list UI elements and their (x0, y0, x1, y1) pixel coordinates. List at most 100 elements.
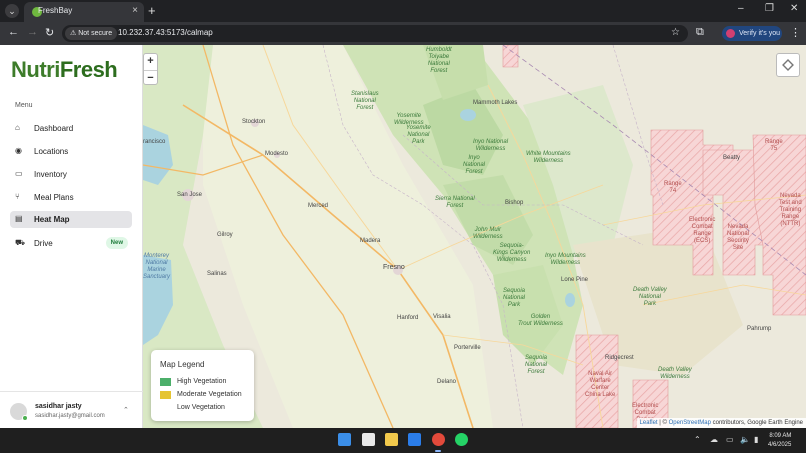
city-label: Stockton (242, 119, 266, 125)
sidebar-item-label: Drive (34, 239, 53, 248)
close-window-button[interactable]: ✕ (790, 3, 798, 14)
city-label: rancisco (143, 139, 166, 145)
active-app-indicator (435, 450, 441, 452)
tab-freshbay[interactable]: FreshBay × (24, 2, 144, 22)
browser-menu-icon[interactable]: ⋮ (790, 26, 801, 39)
map-label: Nevada National Security Site (727, 224, 750, 251)
nutrifresh-logo[interactable]: NutriFresh (11, 57, 118, 83)
reload-icon[interactable]: ↻ (45, 26, 54, 39)
whatsapp-icon[interactable] (455, 433, 468, 446)
city-label: Hanford (397, 315, 419, 321)
sidebar: NutriFresh Menu ⌂ Dashboard ◉ Locations … (0, 45, 143, 428)
map-label: Sequoia- Kings Canyon Wilderness (493, 243, 531, 263)
map-label: Sequoia National Park (503, 288, 526, 308)
city-label: Modesto (265, 151, 289, 157)
city-label: Beatty (723, 155, 741, 161)
new-badge: New (105, 237, 128, 249)
zoom-out-button[interactable]: − (144, 70, 157, 85)
sidebar-item-inventory[interactable]: ▭ Inventory (10, 166, 132, 183)
layers-button[interactable] (776, 53, 800, 77)
bookmark-star-icon[interactable]: ☆ (671, 27, 680, 38)
omnibox[interactable]: ⚠ Not secure 10.232.37.43:5173/calmap ☆ (62, 25, 688, 42)
map-label: Naval Air Warfare Center China Lake (585, 371, 616, 398)
home-icon: ⌂ (15, 123, 20, 132)
legend-label: Low Vegetation (177, 404, 225, 411)
tray-chevron-icon[interactable]: ⌃ (694, 435, 701, 444)
map-label: Range 74 (664, 181, 682, 194)
sidebar-item-drive[interactable]: ⛟ Drive New (10, 235, 132, 252)
battery-icon[interactable]: ▮ (754, 435, 758, 444)
extensions-icon[interactable]: ⧉ (696, 26, 704, 39)
map-legend: Map Legend High Vegetation Moderate Vege… (151, 350, 254, 421)
tab-close-icon[interactable]: × (132, 5, 138, 16)
address-bar: ← → ↻ ⚠ Not secure 10.232.37.43:5173/cal… (0, 22, 806, 45)
logo-text-nutri: Nutri (11, 57, 60, 82)
file-explorer-icon[interactable] (385, 433, 398, 446)
system-clock[interactable]: 8:09 AM 4/6/2025 (768, 432, 791, 450)
user-panel[interactable]: sasidhar jasty sasidhar.jasty@gmail.com … (0, 391, 143, 428)
osm-link[interactable]: OpenStreetMap (669, 420, 711, 426)
city-label: Ridgecrest (605, 355, 634, 361)
leaflet-link[interactable]: Leaflet (640, 420, 658, 426)
logo-text-fresh: Fresh (59, 57, 118, 82)
map-label: Humboldt Toiyabe National Forest (426, 47, 452, 74)
legend-label: Moderate Vegetation (177, 391, 242, 398)
tab-title: FreshBay (38, 6, 73, 15)
browser-window: ⌄ FreshBay × + – ❐ ✕ ← → ↻ ⚠ Not secure … (0, 0, 806, 428)
map-label: Death Valley National Park (633, 287, 667, 307)
sidebar-item-heat-map[interactable]: ▤ Heat Map (10, 211, 132, 228)
weather-icon[interactable]: ☁ (710, 435, 718, 444)
sidebar-item-label: Locations (34, 147, 69, 156)
clock-time: 8:09 AM (769, 433, 792, 439)
sidebar-item-locations[interactable]: ◉ Locations (10, 143, 132, 160)
truck-icon: ⛟ (15, 238, 26, 247)
profile-verify-button[interactable]: Verify it's you (722, 26, 782, 41)
url-text[interactable]: 10.232.37.43:5173/calmap (118, 28, 213, 37)
user-name: sasidhar jasty (35, 403, 82, 410)
map-label: Inyo Mountains Wilderness (545, 253, 586, 266)
chevron-up-icon[interactable]: ⌃ (123, 406, 129, 414)
heat-map[interactable]: Humboldt Toiyabe National Forest Stanislaus… (143, 45, 806, 428)
sidebar-item-label: Dashboard (34, 124, 74, 133)
map-attribution: Leaflet | © OpenStreetMap contributors, … (636, 418, 806, 428)
restore-button[interactable]: ❐ (765, 3, 774, 14)
network-icon[interactable]: ▭ (726, 435, 734, 444)
widgets-icon[interactable] (362, 433, 375, 446)
city-label: Visalia (433, 314, 451, 320)
map-label: Monterey National Marine Sanctuary (143, 253, 171, 280)
profile-avatar-icon (726, 29, 735, 38)
volume-icon[interactable]: 🔈 (740, 435, 750, 444)
app-page: NutriFresh Menu ⌂ Dashboard ◉ Locations … (0, 45, 806, 428)
legend-swatch (160, 391, 171, 399)
map-label: Stanislaus National Forest (351, 91, 379, 111)
security-label: Not secure (78, 30, 113, 37)
security-chip[interactable]: ⚠ Not secure (65, 27, 118, 40)
minimize-button[interactable]: – (738, 3, 744, 14)
city-label: Merced (308, 203, 329, 209)
sidebar-item-label: Inventory (34, 170, 67, 179)
tab-search-button[interactable]: ⌄ (5, 4, 19, 18)
new-tab-button[interactable]: + (148, 3, 156, 18)
verify-label: Verify it's you (739, 30, 781, 37)
back-arrow-icon[interactable]: ← (8, 26, 19, 38)
legend-label: High Vegetation (177, 378, 227, 385)
sidebar-item-label: Meal Plans (34, 193, 74, 202)
sidebar-item-dashboard[interactable]: ⌂ Dashboard (10, 120, 132, 137)
vscode-icon[interactable] (408, 433, 421, 446)
pin-icon: ◉ (15, 146, 22, 155)
city-label: Porterville (454, 345, 481, 351)
chrome-icon[interactable] (432, 433, 445, 446)
start-windows-icon[interactable] (338, 433, 351, 446)
legend-swatch (160, 404, 171, 412)
map-label: Inyo National Wilderness (473, 139, 509, 152)
forward-arrow-icon[interactable]: → (27, 26, 38, 38)
city-label: Pahrump (747, 326, 772, 332)
sidebar-item-label: Heat Map (34, 215, 70, 224)
map-label: Electronic Combat Range (ECS) (689, 217, 716, 244)
city-label: Lone Pine (561, 277, 589, 283)
tab-strip: ⌄ FreshBay × + – ❐ ✕ (0, 0, 806, 22)
sidebar-item-meal-plans[interactable]: ⑂ Meal Plans (10, 189, 132, 206)
zoom-control: + − (143, 53, 158, 85)
zoom-in-button[interactable]: + (144, 54, 157, 69)
user-email: sasidhar.jasty@gmail.com (35, 413, 105, 419)
